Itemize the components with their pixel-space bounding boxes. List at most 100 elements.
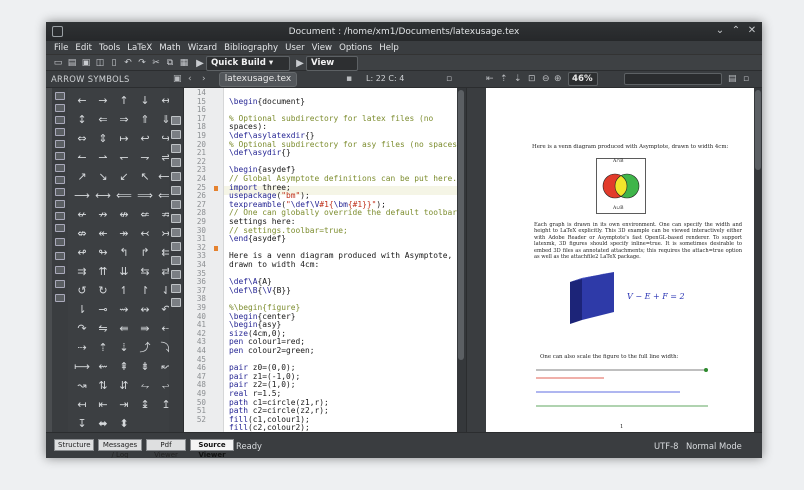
forward-icon[interactable]: ›	[202, 73, 206, 85]
arrow-symbol-button[interactable]: ↱	[135, 244, 155, 262]
arrow-symbol-button[interactable]: ↕	[72, 111, 92, 129]
arrow-symbol-button[interactable]: ⇊	[114, 263, 134, 281]
arrow-symbol-button[interactable]: ⇋	[93, 320, 113, 338]
category-icon[interactable]	[55, 164, 65, 172]
pdf-fit-icon[interactable]: ⊡	[528, 73, 536, 85]
arrow-symbol-button[interactable]: →	[93, 92, 113, 110]
menu-view[interactable]: View	[312, 43, 332, 53]
code-line[interactable]: \end{asydef}	[229, 234, 286, 244]
arrow-symbol-button[interactable]: ⇔	[72, 130, 92, 148]
pdf-zoom-in-icon[interactable]: ⊕	[554, 73, 562, 85]
bookmark-icon[interactable]: ▪	[346, 73, 352, 85]
pdf-zoom-out-icon[interactable]: ⊖	[542, 73, 550, 85]
category-icon[interactable]	[55, 152, 65, 160]
close-file-icon[interactable]: ▯	[108, 57, 120, 70]
category-icon[interactable]	[55, 238, 65, 246]
arrow-symbol-button[interactable]: ↩	[135, 130, 155, 148]
menu-bibliography[interactable]: Bibliography	[224, 43, 278, 53]
arrow-symbol-button[interactable]: ⇆	[135, 263, 155, 281]
code-line[interactable]: \def\asydir{}	[229, 148, 291, 158]
arrow-symbol-button[interactable]: ⇒	[114, 111, 134, 129]
arrow-symbol-button[interactable]: ⟷	[93, 187, 113, 205]
arrow-symbol-button[interactable]: ⇚	[114, 320, 134, 338]
tool-icon[interactable]	[171, 130, 181, 139]
category-icon[interactable]	[55, 200, 65, 208]
arrow-symbol-button[interactable]: ⇐	[93, 111, 113, 129]
fold-marker[interactable]	[214, 246, 218, 251]
category-icon[interactable]	[55, 266, 65, 274]
pdf-print-icon[interactable]: ▤	[728, 73, 737, 85]
scroll-thumb[interactable]	[755, 90, 761, 170]
tab-pdf-viewer[interactable]: Pdf Viewer	[146, 439, 186, 458]
arrow-symbol-button[interactable]: ⇎	[72, 225, 92, 243]
arrow-symbol-button[interactable]: ↧	[72, 415, 92, 432]
copy-icon[interactable]: ⧉	[164, 57, 176, 70]
maximize-icon[interactable]: ⌃	[730, 25, 742, 37]
arrow-symbol-button[interactable]: ⇞	[114, 358, 134, 376]
back-icon[interactable]: ‹	[188, 73, 192, 85]
tab-source-viewer[interactable]: Source Viewer	[190, 439, 234, 458]
arrow-symbol-button[interactable]: ↬	[93, 244, 113, 262]
arrow-symbol-button[interactable]: ↦	[114, 130, 134, 148]
arrow-symbol-button[interactable]: ⇀	[93, 149, 113, 167]
save-all-icon[interactable]: ◫	[94, 57, 106, 70]
arrow-symbol-button[interactable]: ↮	[114, 206, 134, 224]
code-line[interactable]: pen colour2=green;	[229, 346, 315, 356]
arrow-symbol-button[interactable]: ↓	[135, 92, 155, 110]
arrow-symbol-button[interactable]: ⟹	[135, 187, 155, 205]
panel-menu-icon[interactable]: ▣	[173, 73, 182, 85]
status-mode[interactable]: Normal Mode	[686, 441, 742, 451]
arrow-symbol-button[interactable]: ⟸	[114, 187, 134, 205]
arrow-symbol-button[interactable]: ↰	[114, 244, 134, 262]
code-editor[interactable]: 14 15 16 17 18 19 20 21 22 23 24 25 26 27 28 29 30 31 32 33…	[183, 88, 457, 432]
pdf-down-icon[interactable]: ⇣	[514, 73, 522, 85]
arrow-symbol-button[interactable]: ↠	[114, 225, 134, 243]
arrow-symbol-button[interactable]: ↙	[114, 168, 134, 186]
arrow-symbol-button[interactable]: ↖	[135, 168, 155, 186]
category-icon[interactable]	[55, 128, 65, 136]
code-line[interactable]: \begin{document}	[229, 97, 305, 107]
pdf-search-input[interactable]	[624, 73, 722, 85]
paste-icon[interactable]: ▦	[178, 57, 190, 70]
tool-icon[interactable]	[171, 228, 181, 237]
menu-options[interactable]: Options	[339, 43, 372, 53]
code-line[interactable]: \def\B{\V{B}}	[229, 286, 291, 296]
arrow-symbol-button[interactable]: ⇵	[114, 377, 134, 395]
editor-scrollbar[interactable]	[457, 88, 466, 432]
arrow-symbol-button[interactable]: ⇛	[135, 320, 155, 338]
category-icon[interactable]	[55, 116, 65, 124]
category-icon[interactable]	[55, 212, 65, 220]
arrow-symbol-button[interactable]: ↚	[72, 206, 92, 224]
arrow-symbol-button[interactable]: ⤴	[135, 339, 155, 357]
pdf-scrollbar[interactable]	[754, 88, 762, 432]
arrow-symbol-button[interactable]: ⊸	[93, 301, 113, 319]
arrow-symbol-button[interactable]: ⇜	[93, 358, 113, 376]
arrow-symbol-button[interactable]: ⇕	[93, 130, 113, 148]
arrow-symbol-button[interactable]: ↞	[93, 225, 113, 243]
code-line[interactable]: drawn to width 4cm:	[229, 260, 319, 270]
tool-icon[interactable]	[171, 158, 181, 167]
tab-structure[interactable]: Structure	[54, 439, 94, 451]
category-icon[interactable]	[55, 280, 65, 288]
arrow-symbol-button[interactable]: ↨	[135, 396, 155, 414]
pdf-prev-icon[interactable]: ⇤	[486, 73, 494, 85]
menu-tools[interactable]: Tools	[99, 43, 120, 53]
arrow-symbol-button[interactable]: ⇁	[135, 149, 155, 167]
arrow-symbol-button[interactable]: ⇥	[114, 396, 134, 414]
tool-icon[interactable]	[171, 186, 181, 195]
arrow-symbol-button[interactable]: ⟶	[72, 187, 92, 205]
menu-wizard[interactable]: Wizard	[188, 43, 217, 53]
arrow-symbol-button[interactable]: ⇂	[72, 301, 92, 319]
redo-icon[interactable]: ↷	[136, 57, 148, 70]
menu-help[interactable]: Help	[379, 43, 399, 53]
quick-build-button[interactable]: Quick Build ▾	[206, 56, 290, 71]
fold-marker[interactable]	[214, 186, 218, 191]
scroll-thumb[interactable]	[458, 90, 464, 360]
category-icon[interactable]	[55, 176, 65, 184]
category-icon[interactable]	[55, 92, 65, 100]
close-icon[interactable]: ✕	[746, 25, 758, 37]
category-icon[interactable]	[55, 140, 65, 148]
arrow-symbol-button[interactable]: ↘	[93, 168, 113, 186]
tool-icon[interactable]	[171, 284, 181, 293]
compile-arrow-icon[interactable]: ▶	[194, 57, 206, 70]
